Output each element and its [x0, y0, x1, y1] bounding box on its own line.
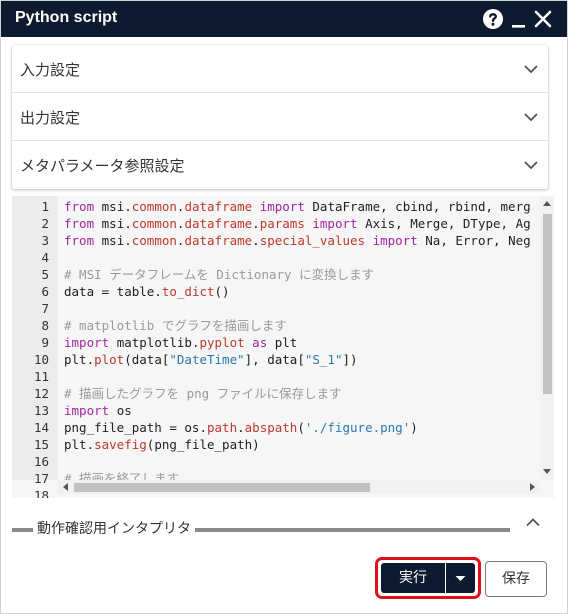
- chevron-down-icon: [524, 113, 538, 122]
- line-number: 3: [41, 233, 49, 248]
- line-number: 4: [41, 250, 49, 265]
- interpreter-label: 動作確認用インタプリタ: [33, 518, 195, 538]
- titlebar: Python script: [1, 1, 567, 37]
- code-line[interactable]: 15 plt.savefig(png_file_path): [12, 436, 540, 453]
- code-text: import matplotlib.pyplot as plt: [64, 335, 298, 350]
- line-number: 17: [33, 471, 49, 486]
- vertical-scrollbar[interactable]: [540, 196, 554, 480]
- window-title: Python script: [15, 9, 118, 26]
- line-number: 13: [33, 403, 49, 418]
- chevron-down-icon: [524, 161, 538, 170]
- code-text: # matplotlib でグラフを描画します: [64, 318, 287, 333]
- horizontal-scrollbar[interactable]: [58, 480, 540, 494]
- code-line[interactable]: 1 from msi.common.dataframe import DataFr…: [12, 198, 540, 215]
- line-number: 16: [33, 454, 49, 469]
- chevron-down-icon: [524, 65, 538, 74]
- line-number: 2: [41, 216, 49, 231]
- code-text: data = table.to_dict(): [64, 284, 230, 299]
- python-script-dialog: Python script 入力設定 出力設定 メタパラメータ参照設定 1 fr…: [0, 0, 568, 614]
- line-number: 9: [41, 335, 49, 350]
- close-icon[interactable]: [531, 7, 555, 31]
- code-line[interactable]: 12 # 描画したグラフを png ファイルに保存します: [12, 385, 540, 402]
- scroll-right-arrow-icon[interactable]: [530, 483, 535, 491]
- line-number: 10: [33, 352, 49, 367]
- scroll-left-arrow-icon[interactable]: [63, 483, 68, 491]
- panel-label: 入力設定: [20, 61, 81, 79]
- code-line[interactable]: 8 # matplotlib でグラフを描画します: [12, 317, 540, 334]
- code-line[interactable]: 11: [12, 368, 540, 385]
- code-line[interactable]: 7: [12, 300, 540, 317]
- line-number: 1: [41, 199, 49, 214]
- panel-label: メタパラメータ参照設定: [20, 157, 185, 175]
- save-button[interactable]: 保存: [485, 561, 547, 597]
- panel-input-settings[interactable]: 入力設定: [12, 45, 548, 93]
- code-line[interactable]: 10 plt.plot(data["DateTime"], data["S_1"]…: [12, 351, 540, 368]
- code-text: from msi.common.dataframe import DataFra…: [64, 199, 531, 214]
- vertical-scroll-thumb[interactable]: [543, 214, 552, 394]
- scroll-up-arrow-icon[interactable]: [543, 201, 551, 206]
- code-line[interactable]: 14 png_file_path = os.path.abspath('./fig…: [12, 419, 540, 436]
- minimize-icon[interactable]: [508, 7, 532, 31]
- code-line[interactable]: 3 from msi.common.dataframe.special_value…: [12, 232, 540, 249]
- line-number: 18: [33, 488, 49, 498]
- chevron-up-icon[interactable]: [525, 514, 541, 530]
- code-line[interactable]: 4: [12, 249, 540, 266]
- code-line[interactable]: 16: [12, 453, 540, 470]
- code-line[interactable]: 6 data = table.to_dict(): [12, 283, 540, 300]
- code-text: from msi.common.dataframe.special_values…: [64, 233, 531, 248]
- code-text: import os: [64, 403, 132, 418]
- help-icon[interactable]: [481, 7, 505, 31]
- code-text: png_file_path = os.path.abspath('./figur…: [64, 420, 418, 435]
- code-editor[interactable]: 1 from msi.common.dataframe import DataFr…: [12, 196, 554, 498]
- panel-output-settings[interactable]: 出力設定: [12, 93, 548, 141]
- code-text: # 描画したグラフを png ファイルに保存します: [64, 386, 342, 401]
- code-text: plt.savefig(png_file_path): [64, 437, 260, 452]
- panel-meta-parameter-settings[interactable]: メタパラメータ参照設定: [12, 141, 548, 189]
- settings-accordion: 入力設定 出力設定 メタパラメータ参照設定: [12, 45, 548, 189]
- line-number: 7: [41, 301, 49, 316]
- run-options-button[interactable]: [446, 563, 475, 593]
- run-button-highlight: 実行: [375, 557, 481, 599]
- code-line[interactable]: 9 import matplotlib.pyplot as plt: [12, 334, 540, 351]
- line-number: 12: [33, 386, 49, 401]
- run-button[interactable]: 実行: [381, 563, 445, 593]
- code-text: # MSI データフレームを Dictionary に変換します: [64, 267, 375, 282]
- code-line[interactable]: 2 from msi.common.dataframe.params import…: [12, 215, 540, 232]
- caret-down-icon: [455, 576, 466, 581]
- line-number: 11: [33, 369, 49, 384]
- scroll-down-arrow-icon[interactable]: [543, 469, 551, 474]
- code-text: from msi.common.dataframe.params import …: [64, 216, 531, 231]
- code-line[interactable]: 5 # MSI データフレームを Dictionary に変換します: [12, 266, 540, 283]
- code-line[interactable]: 13 import os: [12, 402, 540, 419]
- line-number: 14: [33, 420, 49, 435]
- panel-label: 出力設定: [20, 109, 81, 127]
- line-number: 15: [33, 437, 49, 452]
- code-text: plt.plot(data["DateTime"], data["S_1"]): [64, 352, 358, 367]
- line-number: 8: [41, 318, 49, 333]
- line-number: 5: [41, 267, 49, 282]
- line-number: 6: [41, 284, 49, 299]
- horizontal-scroll-thumb[interactable]: [74, 483, 370, 492]
